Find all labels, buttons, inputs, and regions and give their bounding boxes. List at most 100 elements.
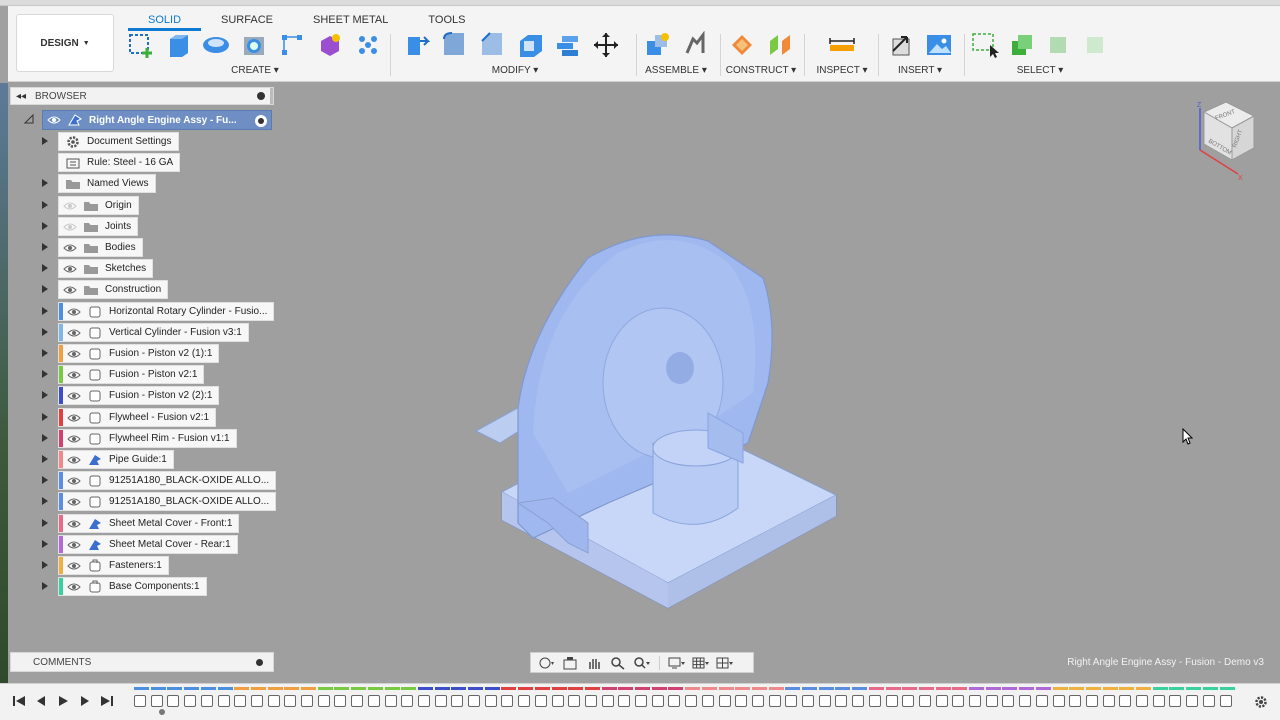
expand-arrow-icon[interactable] (40, 390, 50, 400)
timeline-feature[interactable] (150, 687, 166, 711)
timeline-feature[interactable] (534, 687, 550, 711)
hole-icon[interactable] (238, 30, 270, 60)
timeline-feature[interactable] (918, 687, 934, 711)
timeline-feature[interactable] (1035, 687, 1051, 711)
timeline-feature[interactable] (868, 687, 884, 711)
expand-arrow-icon[interactable] (40, 433, 50, 443)
timeline-feature[interactable] (1102, 687, 1118, 711)
timeline-feature[interactable] (468, 687, 483, 711)
timeline-feature[interactable] (985, 687, 1001, 711)
root-expander-icon[interactable] (23, 113, 34, 124)
expand-arrow-icon[interactable] (40, 475, 50, 485)
expand-arrow-icon[interactable] (40, 412, 50, 422)
timeline-feature[interactable] (701, 687, 717, 711)
timeline-feature[interactable] (635, 687, 650, 711)
timeline-feature[interactable] (1069, 687, 1085, 711)
browser-item[interactable]: Flywheel Rim - Fusion v1:1 (58, 429, 237, 448)
browser-item[interactable]: Construction (58, 280, 169, 299)
eye-icon[interactable] (63, 536, 85, 553)
timeline-feature[interactable] (317, 687, 333, 711)
eye-icon[interactable] (63, 303, 85, 320)
select-filter-alt-icon[interactable] (1080, 30, 1111, 60)
step-forward-icon[interactable] (78, 694, 92, 708)
expand-arrow-icon[interactable] (40, 560, 50, 570)
eye-icon[interactable] (63, 324, 85, 341)
timeline-feature[interactable] (1152, 687, 1168, 711)
expand-arrow-icon[interactable] (40, 221, 50, 231)
browser-item[interactable]: Flywheel - Fusion v2:1 (58, 408, 217, 427)
eye-icon[interactable] (63, 387, 85, 404)
timeline-feature[interactable] (167, 687, 183, 711)
timeline-feature[interactable] (969, 687, 984, 711)
timeline-feature[interactable] (200, 687, 216, 711)
combine-icon[interactable] (552, 30, 584, 60)
timeline-feature[interactable] (802, 687, 817, 711)
zoom-window-icon[interactable] (631, 654, 653, 672)
expand-arrow-icon[interactable] (40, 518, 50, 528)
new-component-icon[interactable] (641, 30, 673, 60)
eye-icon[interactable] (63, 409, 85, 426)
tab-tools[interactable]: TOOLS (408, 13, 485, 31)
browser-item[interactable]: Named Views (58, 174, 156, 193)
eye-icon[interactable] (63, 493, 85, 510)
timeline-feature[interactable] (618, 687, 634, 711)
timeline-feature[interactable] (718, 687, 734, 711)
activate-radio-icon[interactable] (255, 115, 267, 127)
step-back-icon[interactable] (34, 694, 48, 708)
insert-menu[interactable]: INSERT ▾ (882, 65, 958, 76)
expand-arrow-icon[interactable] (40, 539, 50, 549)
eye-icon[interactable] (59, 239, 81, 256)
viewports-icon[interactable] (714, 654, 736, 672)
timeline-feature[interactable] (1136, 687, 1151, 711)
browser-item[interactable]: Bodies (58, 238, 143, 257)
grid-settings-icon[interactable] (690, 654, 712, 672)
timeline-feature[interactable] (818, 687, 834, 711)
revolve-icon[interactable] (200, 30, 232, 60)
timeline-feature[interactable] (518, 687, 534, 711)
eye-icon[interactable] (59, 218, 81, 235)
go-to-end-icon[interactable] (100, 694, 114, 708)
expand-arrow-icon[interactable] (40, 200, 50, 210)
timeline-feature[interactable] (751, 687, 767, 711)
joint-icon[interactable] (679, 30, 711, 60)
timeline-feature[interactable] (785, 687, 801, 711)
browser-item[interactable]: Horizontal Rotary Cylinder - Fusio... (58, 302, 275, 321)
browser-item[interactable]: Base Components:1 (58, 577, 207, 596)
construct-menu[interactable]: CONSTRUCT ▾ (724, 65, 798, 76)
timeline-feature[interactable] (334, 687, 350, 711)
expand-arrow-icon[interactable] (40, 496, 50, 506)
expand-arrow-icon[interactable] (40, 178, 50, 188)
display-settings-icon[interactable] (666, 654, 688, 672)
modify-menu[interactable]: MODIFY ▾ (400, 65, 630, 76)
timeline-feature[interactable] (401, 687, 417, 711)
timeline-feature[interactable] (434, 687, 450, 711)
rectangular-pattern-icon[interactable] (276, 30, 308, 60)
add-comment-icon[interactable] (256, 659, 263, 666)
pattern-icon[interactable] (352, 30, 384, 60)
workspace-switcher-button[interactable]: DESIGN ▼ (16, 14, 114, 72)
browser-item[interactable]: Sheet Metal Cover - Front:1 (58, 514, 240, 533)
pan-icon[interactable] (583, 654, 605, 672)
timeline-feature[interactable] (852, 687, 868, 711)
timeline-feature[interactable] (651, 687, 667, 711)
expand-arrow-icon[interactable] (40, 327, 50, 337)
view-cube[interactable]: FRONT BOTTOM RIGHT Z X (1186, 100, 1262, 182)
collapse-panel-icon[interactable]: ◂◂ (15, 91, 27, 102)
midplane-icon[interactable] (764, 30, 796, 60)
browser-item[interactable]: Rule: Steel - 16 GA (58, 153, 181, 172)
timeline-feature[interactable] (601, 687, 617, 711)
eye-icon[interactable] (59, 260, 81, 277)
eye-icon[interactable] (63, 366, 85, 383)
measure-icon[interactable] (826, 30, 858, 60)
eye-icon[interactable] (63, 451, 85, 468)
expand-arrow-icon[interactable] (40, 263, 50, 273)
browser-item[interactable]: 91251A180_BLACK-OXIDE ALLO... (58, 492, 277, 511)
timeline-feature[interactable] (284, 687, 300, 711)
timeline-marker[interactable] (159, 709, 165, 715)
expand-arrow-icon[interactable] (40, 242, 50, 252)
timeline-feature[interactable] (768, 687, 784, 711)
timeline-feature[interactable] (250, 687, 266, 711)
timeline-feature[interactable] (568, 687, 584, 711)
expand-arrow-icon[interactable] (40, 136, 50, 146)
browser-item[interactable]: Vertical Cylinder - Fusion v3:1 (58, 323, 249, 342)
